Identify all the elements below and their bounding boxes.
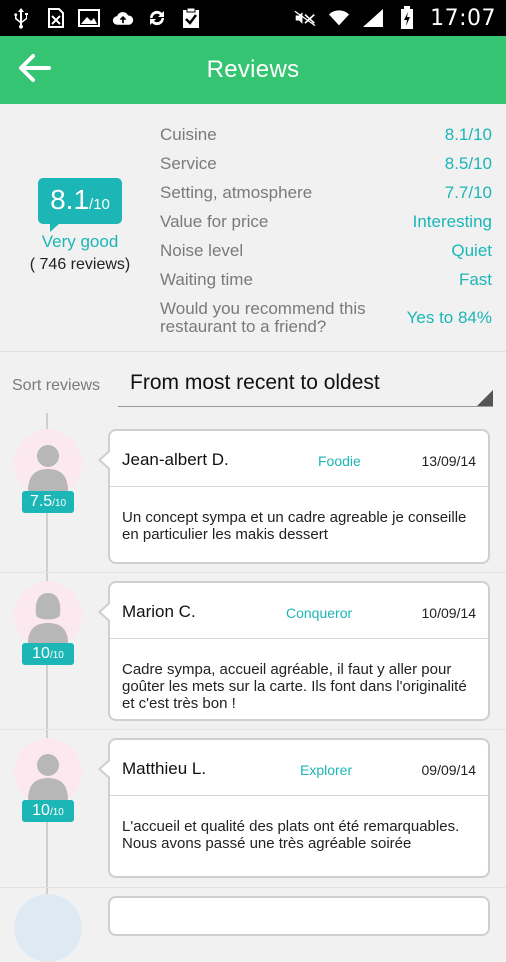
wifi-icon <box>328 7 350 29</box>
female-avatar-icon <box>14 581 82 649</box>
criteria-label: Value for price <box>160 211 269 231</box>
review-date: 13/09/14 <box>421 453 477 469</box>
mute-icon <box>294 7 316 29</box>
cloud-upload-icon <box>112 7 134 29</box>
status-bar-right: 17:07 <box>294 6 496 31</box>
back-button[interactable] <box>14 50 54 90</box>
criteria-value: Fast <box>458 269 492 289</box>
overall-score-denominator: /10 <box>89 196 110 213</box>
review-item[interactable]: 10/10 Matthieu L. Explorer 09/09/14 L'ac… <box>0 730 506 888</box>
reviewer-level: Conqueror <box>286 605 353 621</box>
male-avatar-icon <box>14 738 82 806</box>
review-author: Matthieu L. <box>122 759 207 778</box>
criteria-row-setting: Setting, atmosphere 7.7/10 <box>160 178 492 207</box>
status-bar: 17:07 <box>0 0 506 36</box>
arrow-left-icon <box>17 53 51 88</box>
review-card[interactable]: Jean-albert D. Foodie 13/09/14 Un concep… <box>98 429 490 564</box>
user-score-denominator: /10 <box>49 807 64 818</box>
status-bar-left <box>10 7 202 29</box>
signal-icon <box>362 7 384 29</box>
sort-dropdown[interactable]: From most recent to oldest <box>118 367 493 407</box>
sd-card-icon <box>44 7 66 29</box>
app-bar: Reviews <box>0 36 506 104</box>
criteria-value: 7.7/10 <box>444 182 492 202</box>
user-score-denominator: /10 <box>49 650 64 661</box>
review-author: Jean-albert D. <box>122 450 229 469</box>
overall-rating: 8.1/10 Very good ( 746 reviews) <box>16 178 144 274</box>
avatar <box>14 894 82 962</box>
criteria-row-recommend: Would you recommend this restaurant to a… <box>160 298 492 338</box>
review-text: Un concept sympa et un cadre agreable je… <box>122 509 467 543</box>
sort-label: Sort reviews <box>12 377 101 394</box>
user-score: 10 <box>32 802 50 819</box>
overall-score: 8.1 <box>50 184 90 215</box>
criteria-value: Interesting <box>412 211 492 231</box>
usb-icon <box>10 7 32 29</box>
sync-icon <box>146 7 168 29</box>
task-check-icon <box>180 7 202 29</box>
review-card-header: Marion C. Conqueror 10/09/14 <box>110 583 488 639</box>
criteria-value: 8.5/10 <box>444 153 492 173</box>
review-card[interactable]: Matthieu L. Explorer 09/09/14 L'accueil … <box>98 738 490 878</box>
user-score-badge: 10/10 <box>22 800 74 822</box>
criteria-value: Quiet <box>451 240 492 260</box>
overall-score-badge: 8.1/10 <box>38 178 122 232</box>
review-text: L'accueil et qualité des plats ont été r… <box>122 818 460 852</box>
page-title: Reviews <box>206 56 300 83</box>
review-card-header: Matthieu L. Explorer 09/09/14 <box>110 740 488 796</box>
reviewer-level: Explorer <box>300 762 353 778</box>
review-card[interactable] <box>108 896 490 936</box>
criteria-row-cuisine: Cuisine 8.1/10 <box>160 120 492 149</box>
review-item-partial[interactable] <box>0 888 506 962</box>
battery-icon <box>396 6 418 29</box>
rating-summary: 8.1/10 Very good ( 746 reviews) Cuisine … <box>0 104 506 352</box>
criteria-label: Service <box>160 153 217 173</box>
criteria-label: Noise level <box>160 240 244 260</box>
review-count: ( 746 reviews) <box>29 256 131 273</box>
overall-rating-label: Very good <box>41 232 119 251</box>
clock: 17:07 <box>430 5 496 31</box>
criteria-list: Cuisine 8.1/10 Service 8.5/10 Setting, a… <box>160 120 492 338</box>
review-text: Cadre sympa, accueil agréable, il faut y… <box>122 661 467 712</box>
criteria-row-waiting: Waiting time Fast <box>160 265 492 294</box>
criteria-value: 8.1/10 <box>444 124 492 144</box>
criteria-label: Waiting time <box>160 269 253 289</box>
image-icon <box>78 7 100 29</box>
sort-selected-value: From most recent to oldest <box>130 371 380 394</box>
user-score-badge: 10/10 <box>22 643 74 665</box>
criteria-row-noise: Noise level Quiet <box>160 236 492 265</box>
criteria-label: Setting, atmosphere <box>160 182 313 202</box>
review-author: Marion C. <box>122 602 196 621</box>
review-date: 09/09/14 <box>421 762 477 778</box>
dropdown-corner-icon <box>477 390 493 406</box>
criteria-label: Cuisine <box>160 124 217 144</box>
user-score: 7.5 <box>29 493 53 510</box>
review-card[interactable]: Marion C. Conqueror 10/09/14 Cadre sympa… <box>98 581 490 721</box>
sort-bar: Sort reviews From most recent to oldest <box>0 353 506 413</box>
male-avatar-icon <box>14 429 82 497</box>
review-date: 10/09/14 <box>421 605 477 621</box>
criteria-value: Yes to 84% <box>406 308 492 327</box>
user-score-denominator: /10 <box>52 498 67 509</box>
review-item[interactable]: 10/10 Marion C. Conqueror 10/09/14 Cadre… <box>0 573 506 730</box>
review-card-header: Jean-albert D. Foodie 13/09/14 <box>110 431 488 487</box>
review-item[interactable]: 7.5/10 Jean-albert D. Foodie 13/09/14 Un… <box>0 413 506 573</box>
user-score: 10 <box>32 645 50 662</box>
reviewer-level: Foodie <box>318 453 361 469</box>
criteria-row-value: Value for price Interesting <box>160 207 492 236</box>
user-score-badge: 7.5/10 <box>22 491 74 513</box>
criteria-label: Would you recommend this restaurant to a… <box>160 299 366 336</box>
criteria-row-service: Service 8.5/10 <box>160 149 492 178</box>
